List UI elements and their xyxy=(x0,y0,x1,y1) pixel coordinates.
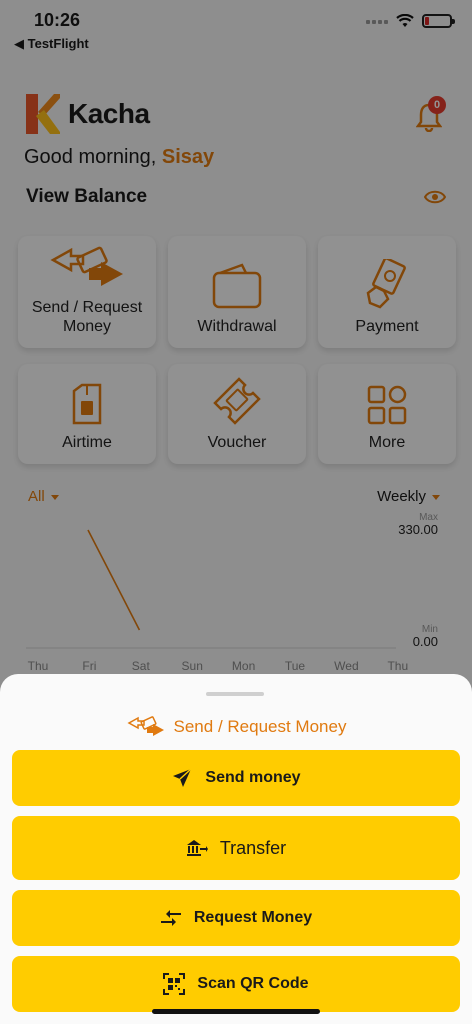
transfer-label: Transfer xyxy=(219,837,287,858)
paper-plane-icon xyxy=(171,767,193,789)
send-request-icon xyxy=(126,716,164,736)
bank-transfer-icon xyxy=(186,837,208,859)
send-request-sheet: Send / Request Money Send money Transfer… xyxy=(0,674,472,1024)
scan-qr-button[interactable]: Scan QR Code xyxy=(12,956,460,1012)
home-indicator xyxy=(152,1009,320,1014)
sheet-title: Send / Request Money xyxy=(0,716,472,738)
request-money-label: Request Money xyxy=(193,909,313,926)
qr-code-icon xyxy=(163,973,186,995)
request-money-button[interactable]: Request Money xyxy=(12,890,460,946)
transfer-button[interactable]: Transfer xyxy=(12,816,460,880)
sheet-title-text: Send / Request Money xyxy=(173,717,347,736)
arrows-exchange-icon xyxy=(160,907,182,929)
sheet-handle[interactable] xyxy=(206,692,264,696)
send-money-label: Send money xyxy=(205,769,301,786)
send-money-button[interactable]: Send money xyxy=(12,750,460,806)
scan-qr-label: Scan QR Code xyxy=(197,975,309,992)
